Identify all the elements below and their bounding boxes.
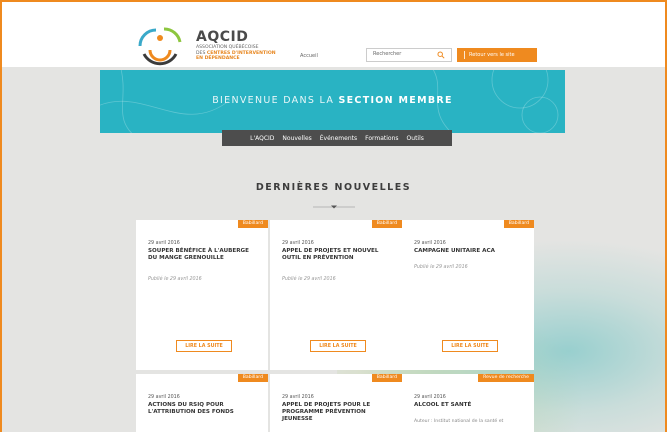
news-title[interactable]: CAMPAGNE UNITAIRE ACA xyxy=(414,248,526,255)
site-header: AQCID ASSOCIATION QUÉBÉCOISE DES CENTRES… xyxy=(2,2,665,67)
banner-title: BIENVENUE DANS LA SECTION MEMBRE xyxy=(100,95,565,106)
news-title[interactable]: ALCOOL ET SANTÉ xyxy=(414,402,526,409)
button-separator xyxy=(464,51,465,59)
banner-title-strong: SECTION MEMBRE xyxy=(338,95,453,106)
news-published: Publié le 29 avril 2016 xyxy=(414,265,468,270)
news-card: Babillard 29 avril 2016 SOUPER BÉNÉFICE … xyxy=(136,220,268,370)
news-title[interactable]: SOUPER BÉNÉFICE À L'AUBERGE DU MANGE GRE… xyxy=(148,248,260,262)
back-to-site-label: Retour vers le site xyxy=(469,52,515,58)
menu-item-trainings[interactable]: Formations xyxy=(365,135,398,142)
news-title[interactable]: APPEL DE PROJETS ET NOUVEL OUTIL EN PRÉV… xyxy=(282,248,394,262)
banner-title-prefix: BIENVENUE DANS LA xyxy=(212,95,335,106)
menu-item-aqcid[interactable]: L'AQCID xyxy=(250,135,274,142)
news-date: 29 avril 2016 xyxy=(282,241,314,246)
category-badge[interactable]: Babillard xyxy=(371,220,402,228)
news-title[interactable]: APPEL DE PROJETS POUR LE PROGRAMME PRÉVE… xyxy=(282,402,394,423)
search-input[interactable]: Rechercher xyxy=(373,51,401,57)
news-card: Revue de recherche 29 avril 2016 ALCOOL … xyxy=(402,374,534,432)
read-more-button[interactable]: LIRE LA SUITE xyxy=(310,340,366,352)
news-card: Babillard 29 avril 2016 CAMPAGNE UNITAIR… xyxy=(402,220,534,370)
news-date: 29 avril 2016 xyxy=(282,395,314,400)
news-card: Babillard 29 avril 2016 APPEL DE PROJETS… xyxy=(270,374,402,432)
news-card: Babillard 29 avril 2016 ACTIONS DU RSIQ … xyxy=(136,374,268,432)
brand-subtitle-3: EN DÉPENDANCE xyxy=(196,56,240,62)
search-icon[interactable] xyxy=(437,51,445,59)
read-more-button[interactable]: LIRE LA SUITE xyxy=(176,340,232,352)
menu-item-events[interactable]: Événements xyxy=(320,135,357,142)
menu-item-tools[interactable]: Outils xyxy=(407,135,424,142)
brand-subtitle-2-strong: CENTRES D'INTERVENTION xyxy=(206,50,276,56)
brand-block[interactable]: AQCID ASSOCIATION QUÉBÉCOISE DES CENTRES… xyxy=(196,30,276,62)
news-published: Publié le 29 avril 2016 xyxy=(148,277,202,282)
news-date: 29 avril 2016 xyxy=(148,241,180,246)
category-badge[interactable]: Babillard xyxy=(503,220,534,228)
news-date: 29 avril 2016 xyxy=(414,395,446,400)
read-more-button[interactable]: LIRE LA SUITE xyxy=(442,340,498,352)
news-author: Auteur : Institut national de la santé e… xyxy=(414,419,504,424)
section-title: DERNIÈRES NOUVELLES xyxy=(255,182,412,193)
category-badge[interactable]: Babillard xyxy=(237,374,268,382)
news-card: Babillard 29 avril 2016 APPEL DE PROJETS… xyxy=(270,220,402,370)
news-date: 29 avril 2016 xyxy=(414,241,446,246)
back-to-site-button[interactable]: Retour vers le site xyxy=(457,48,537,62)
brand-subtitle-2-prefix: DES xyxy=(196,50,206,56)
category-badge[interactable]: Revue de recherche xyxy=(478,374,534,382)
brand-name: AQCID xyxy=(196,29,249,45)
welcome-banner: BIENVENUE DANS LA SECTION MEMBRE xyxy=(100,70,565,133)
category-badge[interactable]: Babillard xyxy=(237,220,268,228)
news-title[interactable]: ACTIONS DU RSIQ POUR L'ATTRIBUTION DES F… xyxy=(148,402,260,416)
search-box[interactable]: Rechercher xyxy=(366,48,452,62)
member-nav: L'AQCID Nouvelles Événements Formations … xyxy=(222,130,452,146)
nav-home-link[interactable]: Accueil xyxy=(300,53,318,59)
news-published: Publié le 29 avril 2016 xyxy=(282,277,336,282)
section-divider xyxy=(313,205,355,209)
category-badge[interactable]: Babillard xyxy=(371,374,402,382)
menu-item-news[interactable]: Nouvelles xyxy=(282,135,311,142)
news-date: 29 avril 2016 xyxy=(148,395,180,400)
aqcid-logo-icon[interactable] xyxy=(134,24,186,68)
